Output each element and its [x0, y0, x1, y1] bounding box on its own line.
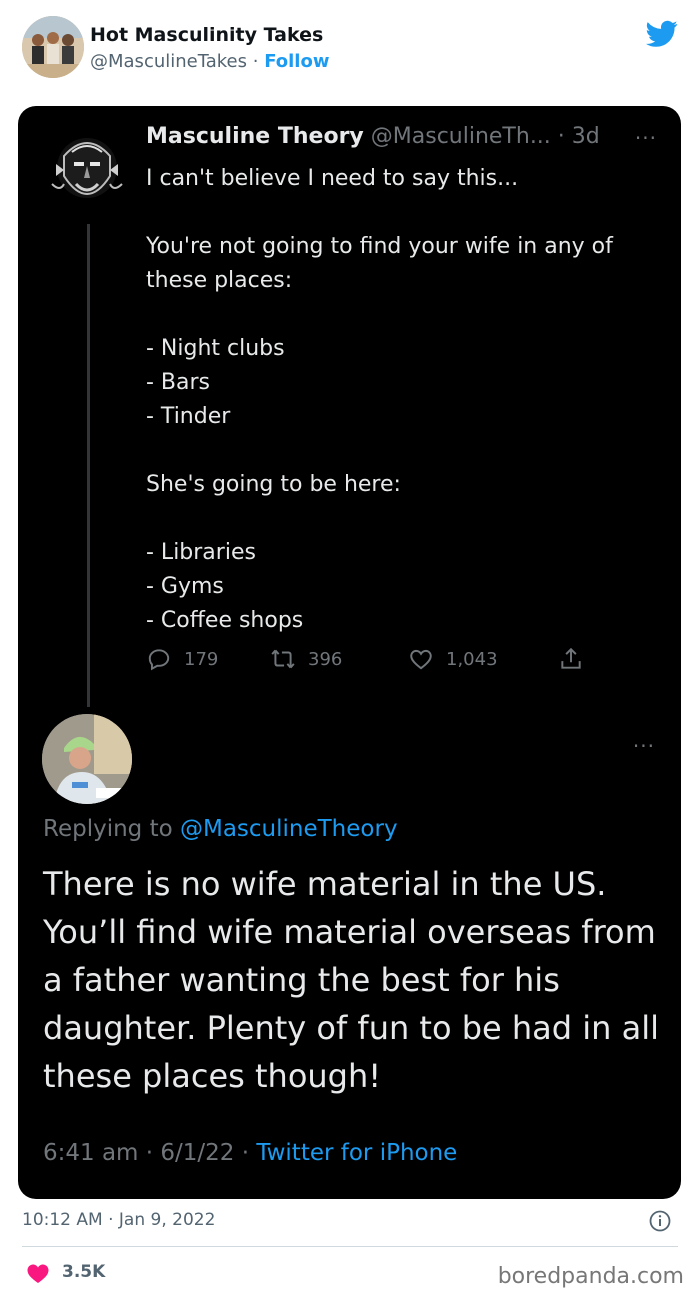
reply-meta: 6:41 am · 6/1/22 · Twitter for iPhone [43, 1140, 457, 1166]
author-avatar[interactable] [22, 16, 84, 78]
share-icon [561, 647, 581, 669]
original-author-name: Masculine Theory [146, 124, 364, 149]
watermark: boredpanda.com [497, 1264, 684, 1289]
info-icon[interactable] [648, 1209, 672, 1233]
original-tweet-actions: 179 396 1,043 [146, 644, 606, 674]
reply-count: 179 [184, 648, 219, 670]
reply-action: 179 [146, 644, 218, 674]
like-action: 1,043 [408, 644, 498, 674]
retweet-action: 396 [270, 644, 342, 674]
original-tweet-header: Masculine Theory @MasculineTh... · 3d [146, 124, 666, 149]
replying-prefix: Replying to [43, 816, 180, 842]
share-action [558, 644, 584, 674]
reply-tweet-text: There is no wife material in the US. You… [43, 865, 659, 1095]
reply-avatar[interactable] [42, 714, 132, 804]
original-author-handle: @MasculineTh... [370, 124, 551, 149]
original-tweet-age: · 3d [550, 124, 600, 149]
replying-to-line: Replying to @MasculineTheory [43, 816, 398, 842]
replying-handle-link: @MasculineTheory [179, 816, 398, 842]
original-tweet-text: I can't believe I need to say this... Yo… [146, 166, 613, 633]
footer-divider [22, 1246, 678, 1247]
follow-button[interactable]: Follow [264, 51, 329, 72]
reply-source: Twitter for iPhone [256, 1140, 458, 1166]
thread-connector [87, 224, 90, 707]
reply-time-date: 6:41 am · 6/1/22 · [43, 1140, 257, 1166]
author-handle[interactable]: @MasculineTakes [90, 51, 247, 72]
tweet-screenshot: Masculine Theory @MasculineTh... · 3d ··… [18, 106, 681, 1199]
embed-like-count[interactable]: 3.5K [62, 1262, 105, 1282]
reply-more-icon: ··· [632, 734, 655, 758]
like-count: 1,043 [446, 648, 498, 670]
like-outline-icon [410, 649, 432, 670]
reply-icon [148, 649, 170, 671]
embed-timestamp[interactable]: 10:12 AM · Jan 9, 2022 [22, 1210, 215, 1230]
twitter-bird-icon[interactable] [646, 20, 678, 48]
heart-icon[interactable] [26, 1262, 50, 1284]
handle-separator: · [247, 51, 265, 72]
original-avatar[interactable] [50, 126, 124, 216]
embed-header: Hot Masculinity Takes @MasculineTakes · … [22, 16, 682, 80]
author-handle-line: @MasculineTakes · Follow [90, 51, 329, 72]
original-more-icon: ··· [634, 126, 657, 150]
retweet-count: 396 [308, 648, 343, 670]
retweet-icon [271, 649, 295, 669]
author-name[interactable]: Hot Masculinity Takes [90, 24, 323, 46]
